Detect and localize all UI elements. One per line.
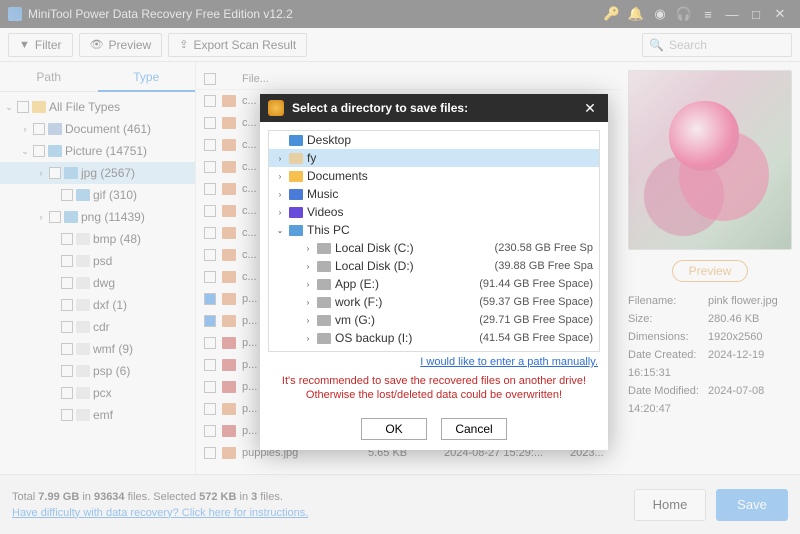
dir-thispc[interactable]: ⌄This PC <box>269 221 599 239</box>
drive-icon <box>317 243 331 254</box>
modal-cancel-button[interactable]: Cancel <box>441 418 507 440</box>
dir-music[interactable]: ›Music <box>269 185 599 203</box>
dir-drive[interactable]: ›Local Disk (C:)(230.58 GB Free Sp <box>269 239 599 257</box>
modal-close-icon[interactable]: ✕ <box>580 100 600 117</box>
modal-header: Select a directory to save files: ✕ <box>260 94 608 122</box>
save-directory-modal: Select a directory to save files: ✕ Desk… <box>260 94 608 450</box>
drive-icon <box>317 315 331 326</box>
modal-warning: It's recommended to save the recovered f… <box>268 372 600 410</box>
dir-videos[interactable]: ›Videos <box>269 203 599 221</box>
dir-fy[interactable]: ›fy <box>269 149 599 167</box>
pc-icon <box>289 225 303 236</box>
desktop-icon <box>289 135 303 146</box>
drive-icon <box>317 261 331 272</box>
directory-tree: Desktop ›fy ›Documents ›Music ›Videos ⌄T… <box>268 130 600 352</box>
modal-icon <box>268 100 284 116</box>
modal-ok-button[interactable]: OK <box>361 418 427 440</box>
video-icon <box>289 207 303 218</box>
dir-drive[interactable]: ›OS backup (I:)(41.54 GB Free Space) <box>269 329 599 347</box>
user-icon <box>289 153 303 164</box>
folder-icon <box>289 171 303 182</box>
drive-icon <box>317 279 331 290</box>
drive-icon <box>317 297 331 308</box>
drive-icon <box>317 333 331 344</box>
dir-desktop[interactable]: Desktop <box>269 131 599 149</box>
music-icon <box>289 189 303 200</box>
dir-drive[interactable]: ›App (E:)(91.44 GB Free Space) <box>269 275 599 293</box>
dir-drive[interactable]: ›Local Disk (D:)(39.88 GB Free Spa <box>269 257 599 275</box>
dir-documents[interactable]: ›Documents <box>269 167 599 185</box>
manual-path-link[interactable]: I would like to enter a path manually. <box>268 352 600 372</box>
dir-drive[interactable]: ›vm (G:)(29.71 GB Free Space) <box>269 311 599 329</box>
dir-drive[interactable]: ›work (F:)(59.37 GB Free Space) <box>269 293 599 311</box>
